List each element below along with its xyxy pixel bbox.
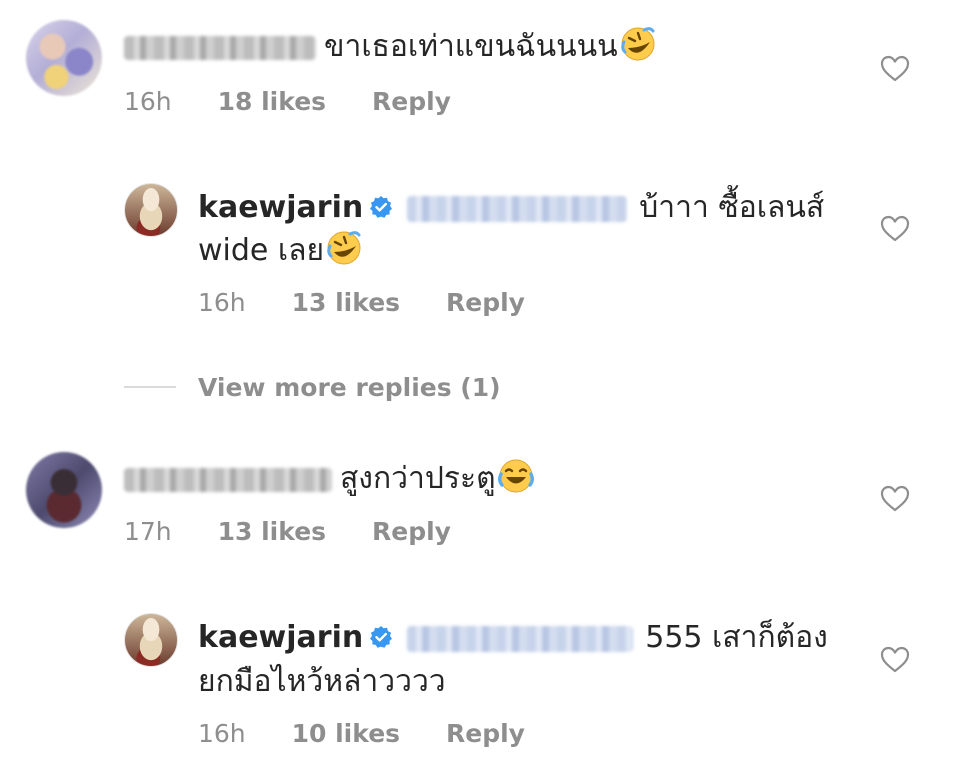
blurred-mention[interactable] <box>407 195 628 222</box>
comment-meta: 16h 18 likes Reply <box>124 87 451 117</box>
comment-body-continued: ยกมือไหว้หล่าวววว <box>198 662 446 702</box>
timestamp[interactable]: 16h <box>198 719 246 749</box>
blurred-mention[interactable] <box>407 625 634 652</box>
comment-text: บ้าาา ซื้อเลนส์ <box>639 190 825 225</box>
avatar[interactable] <box>124 183 178 237</box>
comment-text: ขาเธอเท่าแขนฉันนนน <box>324 29 618 64</box>
comment-meta: 16h 13 likes Reply <box>198 288 525 318</box>
rolling-on-floor-laughing-emoji <box>327 231 361 265</box>
view-more-replies-button[interactable]: View more replies (1) <box>124 370 501 404</box>
comment-text: สูงกว่าประตู <box>340 461 496 496</box>
blurred-username[interactable] <box>124 467 332 492</box>
rolling-on-floor-laughing-emoji <box>620 27 655 61</box>
blurred-username[interactable] <box>124 35 316 60</box>
comment-meta: 16h 10 likes Reply <box>198 719 525 749</box>
heart-icon[interactable] <box>880 645 910 673</box>
username[interactable]: kaewjarin <box>198 190 363 225</box>
verified-badge-icon <box>370 196 393 218</box>
heart-icon[interactable] <box>880 54 910 82</box>
comment-body: ขาเธอเท่าแขนฉันนนน <box>124 26 656 67</box>
reply-button[interactable]: Reply <box>372 87 451 117</box>
divider-line <box>124 386 176 388</box>
view-more-label: View more replies (1) <box>198 372 501 402</box>
avatar[interactable] <box>26 452 102 528</box>
reply-button[interactable]: Reply <box>372 517 451 547</box>
verified-badge-icon <box>370 626 393 648</box>
comment-text: ยกมือไหว้หล่าวววว <box>198 664 446 699</box>
reply-button[interactable]: Reply <box>446 288 525 318</box>
comment-text: wide เลย <box>198 233 325 268</box>
likes-count[interactable]: 10 likes <box>292 719 400 749</box>
heart-icon[interactable] <box>880 484 910 512</box>
comment-body: สูงกว่าประตู <box>124 458 534 499</box>
heart-icon[interactable] <box>880 214 910 242</box>
likes-count[interactable]: 13 likes <box>292 288 400 318</box>
timestamp[interactable]: 16h <box>124 87 172 117</box>
likes-count[interactable]: 18 likes <box>218 87 326 117</box>
likes-count[interactable]: 13 likes <box>218 517 326 547</box>
avatar[interactable] <box>26 20 102 96</box>
comment-body: kaewjarin 555 เสาก็ต้อง <box>198 618 828 658</box>
comment-meta: 17h 13 likes Reply <box>124 517 451 547</box>
comment-body: kaewjarin บ้าาา ซื้อเลนส์ <box>198 188 824 228</box>
comment-text: 555 เสาก็ต้อง <box>645 620 828 655</box>
username[interactable]: kaewjarin <box>198 620 363 655</box>
timestamp[interactable]: 17h <box>124 517 172 547</box>
face-with-tears-of-joy-emoji <box>497 459 534 493</box>
timestamp[interactable]: 16h <box>198 288 246 318</box>
reply-button[interactable]: Reply <box>446 719 525 749</box>
comment-body-continued: wide เลย <box>198 230 362 271</box>
avatar[interactable] <box>124 613 178 667</box>
